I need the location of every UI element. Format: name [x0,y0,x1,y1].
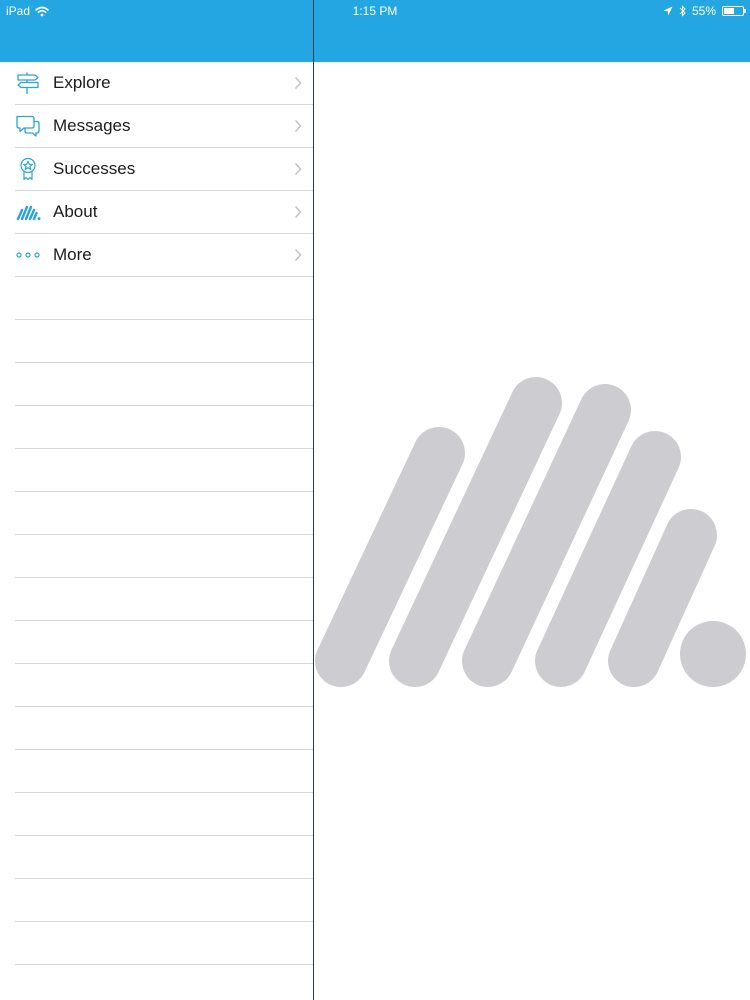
empty-row [0,320,313,363]
empty-rows [0,277,313,1000]
navigation-bar: iPad 1:15 PM 55% [0,0,750,62]
empty-row [0,449,313,492]
empty-row [0,535,313,578]
chevron-right-icon [295,77,302,89]
location-icon [663,6,673,16]
status-time: 1:15 PM [352,4,398,18]
ellipsis-icon [16,252,40,258]
menu-list: Explore Messages Successes About More [0,62,313,1000]
chevron-right-icon [295,249,302,261]
menu-item-more[interactable]: More [0,234,313,277]
empty-row [0,277,313,320]
brand-logo-watermark [315,377,746,687]
empty-row [0,965,313,1000]
brand-logo-icon [16,205,41,221]
empty-row [0,664,313,707]
chevron-right-icon [295,120,302,132]
split-view-screen: iPad 1:15 PM 55% Explore Messages Succes… [0,0,750,1000]
battery-icon [722,6,746,16]
chat-bubbles-icon [16,115,40,137]
empty-row [0,492,313,535]
menu-item-label: Explore [53,73,111,92]
menu-item-messages[interactable]: Messages [0,105,313,148]
menu-item-about[interactable]: About [0,191,313,234]
empty-row [0,707,313,750]
empty-row [0,879,313,922]
battery-level [724,8,734,14]
empty-row [0,406,313,449]
menu-item-explore[interactable]: Explore [0,62,313,105]
menu-item-label: More [53,245,92,264]
menu-item-successes[interactable]: Successes [0,148,313,191]
empty-row [0,836,313,879]
empty-row [0,922,313,965]
battery-percent: 55% [691,4,716,18]
award-ribbon-icon [20,157,36,181]
empty-row [0,363,313,406]
empty-row [0,750,313,793]
menu-item-label: Messages [53,116,131,135]
menu-item-label: Successes [53,159,136,178]
bluetooth-icon [679,5,686,17]
empty-row [0,793,313,836]
chevron-right-icon [295,206,302,218]
empty-row [0,578,313,621]
empty-row [0,621,313,664]
detail-pane [314,62,750,1000]
menu-item-label: About [53,202,98,221]
status-bar-right: 55% [663,4,746,18]
chevron-right-icon [295,163,302,175]
signpost-icon [17,72,39,94]
